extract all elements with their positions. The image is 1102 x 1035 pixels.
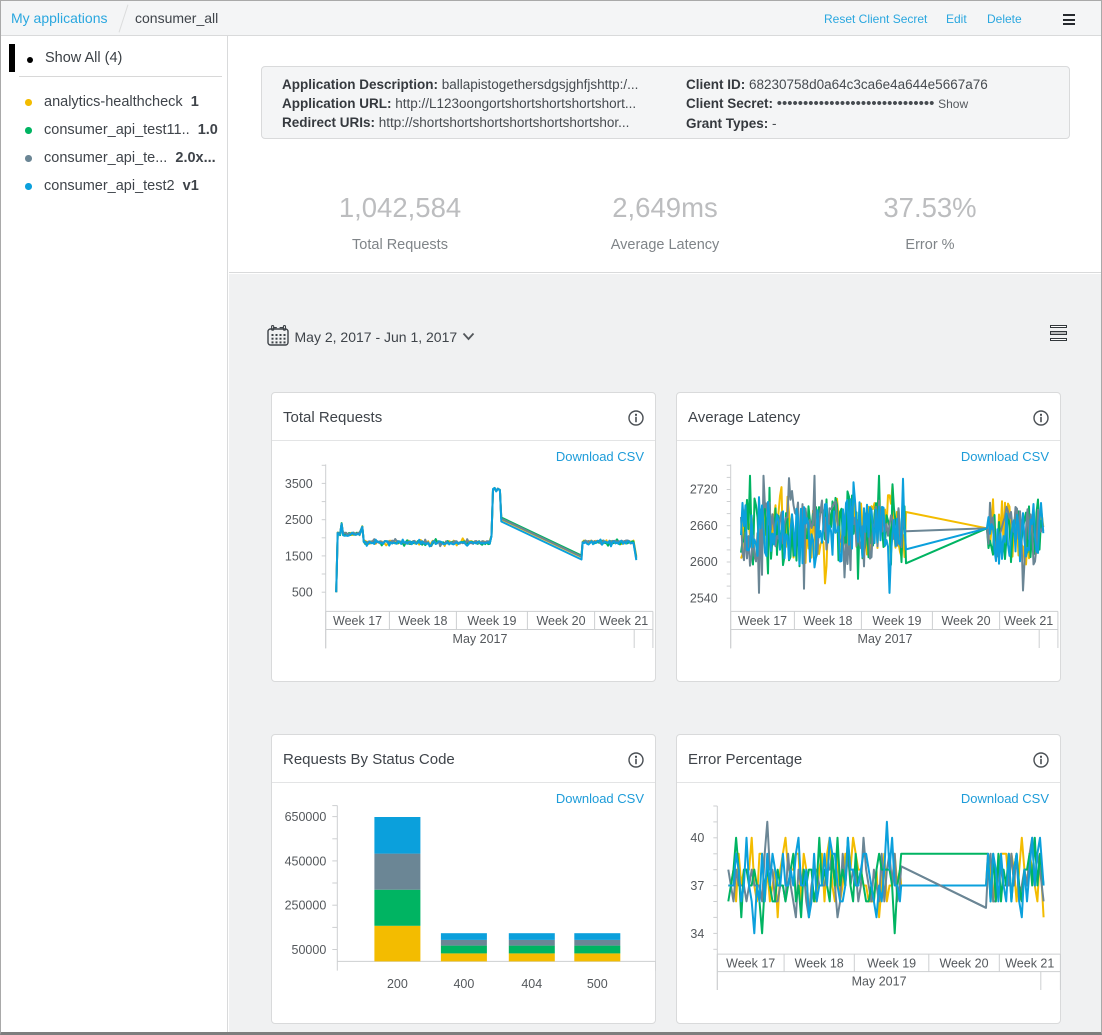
- svg-text:450000: 450000: [285, 854, 327, 868]
- svg-text:Week 18: Week 18: [795, 956, 844, 970]
- svg-text:Week 20: Week 20: [941, 614, 990, 628]
- svg-text:Week 17: Week 17: [333, 614, 382, 628]
- svg-text:50000: 50000: [292, 943, 327, 957]
- svg-text:Week 21: Week 21: [1005, 956, 1054, 970]
- svg-text:Week 21: Week 21: [1004, 614, 1053, 628]
- svg-text:400: 400: [453, 977, 474, 991]
- svg-text:Week 17: Week 17: [726, 956, 775, 970]
- svg-text:500: 500: [587, 977, 608, 991]
- svg-text:Week 20: Week 20: [536, 614, 585, 628]
- svg-text:40: 40: [690, 831, 704, 845]
- svg-text:2540: 2540: [690, 591, 718, 605]
- svg-text:Week 18: Week 18: [803, 614, 852, 628]
- svg-text:Week 19: Week 19: [872, 614, 921, 628]
- svg-text:Week 19: Week 19: [867, 956, 916, 970]
- svg-text:2500: 2500: [285, 513, 313, 527]
- svg-text:34: 34: [690, 927, 704, 941]
- svg-text:2600: 2600: [690, 555, 718, 569]
- svg-text:200: 200: [387, 977, 408, 991]
- svg-text:1500: 1500: [285, 550, 313, 564]
- svg-text:3500: 3500: [285, 477, 313, 491]
- svg-text:404: 404: [521, 977, 542, 991]
- svg-text:Week 17: Week 17: [738, 614, 787, 628]
- svg-text:May 2017: May 2017: [453, 632, 508, 646]
- svg-text:37: 37: [690, 879, 704, 893]
- svg-text:2660: 2660: [690, 519, 718, 533]
- svg-text:Week 19: Week 19: [467, 614, 516, 628]
- svg-text:Week 21: Week 21: [599, 614, 648, 628]
- svg-text:500: 500: [292, 586, 313, 600]
- svg-text:650000: 650000: [285, 810, 327, 824]
- svg-text:May 2017: May 2017: [858, 632, 913, 646]
- svg-text:May 2017: May 2017: [852, 974, 907, 988]
- svg-text:Week 20: Week 20: [939, 956, 988, 970]
- svg-text:Week 18: Week 18: [398, 614, 447, 628]
- svg-text:250000: 250000: [285, 899, 327, 913]
- svg-text:2720: 2720: [690, 483, 718, 497]
